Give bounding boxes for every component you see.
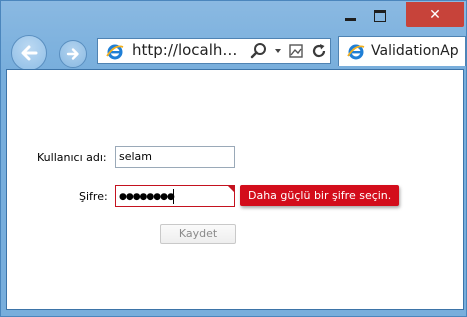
error-flag-icon <box>228 186 234 192</box>
minimize-button[interactable] <box>335 2 365 29</box>
username-value: selam <box>119 150 153 163</box>
minimize-icon <box>344 18 356 21</box>
password-input[interactable]: ●●●●●●●● <box>115 185 235 207</box>
arrow-right-icon <box>66 48 79 60</box>
page-content: Kullanıcı adı: selam Şifre: ●●●●●●●● Dah… <box>6 69 464 310</box>
maximize-icon <box>374 9 386 22</box>
close-button[interactable]: ✕ <box>406 2 464 27</box>
internet-explorer-icon <box>106 44 124 60</box>
back-button[interactable] <box>11 35 47 71</box>
tab-title: ValidationAp <box>371 43 459 59</box>
compatibility-view-icon[interactable] <box>288 43 304 59</box>
internet-explorer-icon <box>347 44 365 60</box>
dropdown-chevron-icon[interactable] <box>274 47 282 55</box>
text-caret <box>173 189 174 204</box>
maximize-button[interactable] <box>365 2 395 29</box>
username-label: Kullanıcı adı: <box>37 151 107 164</box>
password-error-tooltip: Daha güçlü bir şifre seçin. <box>240 185 400 206</box>
address-url: http://localh… <box>132 41 238 59</box>
tab-validation-app[interactable]: ValidationAp <box>338 36 466 66</box>
password-label: Şifre: <box>79 190 108 203</box>
close-icon: ✕ <box>429 6 441 23</box>
browser-window: ✕ http://localh… ValidationAp Kullanıcı … <box>0 0 467 317</box>
refresh-icon[interactable] <box>310 42 328 60</box>
save-button[interactable]: Kaydet <box>160 224 236 244</box>
search-icon[interactable] <box>250 42 268 60</box>
username-input[interactable]: selam <box>115 146 235 168</box>
address-bar[interactable]: http://localh… <box>97 38 331 64</box>
forward-button[interactable] <box>59 40 87 68</box>
arrow-left-icon <box>21 45 38 61</box>
password-mask: ●●●●●●●● <box>119 192 175 202</box>
